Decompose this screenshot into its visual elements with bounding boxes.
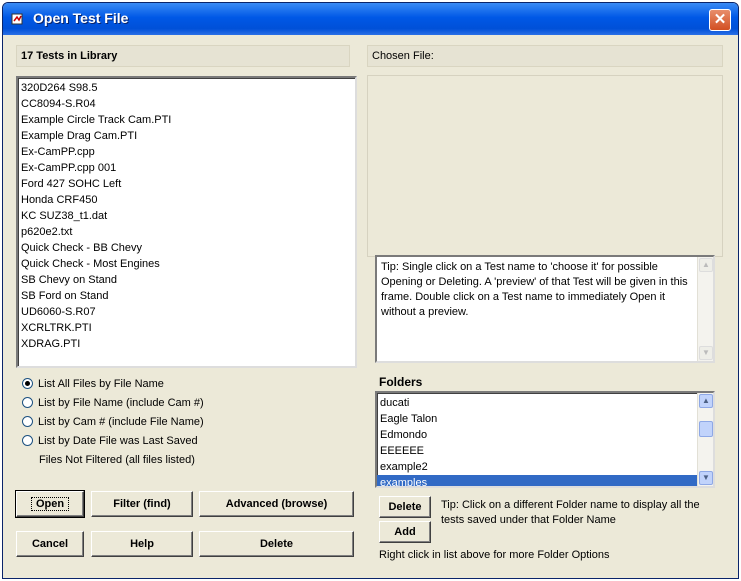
file-list-item[interactable]: SB Ford on Stand [18,288,355,304]
scroll-up-icon[interactable]: ▲ [699,394,713,408]
sort-option-radio[interactable]: List by Cam # (include File Name) [22,416,204,432]
scroll-thumb[interactable] [699,421,713,437]
add-folder-button[interactable]: Add [379,521,431,543]
radio-button-icon[interactable] [22,397,33,408]
file-list-item[interactable]: Ex-CamPP.cpp [18,144,355,160]
filter-status-text: Files Not Filtered (all files listed) [39,454,195,466]
cancel-button[interactable]: Cancel [16,531,84,557]
folder-list-item[interactable]: EEEEEE [377,443,697,459]
file-list-item[interactable]: 320D264 S98.5 [18,80,355,96]
file-list-item[interactable]: Quick Check - BB Chevy [18,240,355,256]
file-list-item[interactable]: KC SUZ38_t1.dat [18,208,355,224]
open-button[interactable]: Open [15,490,85,518]
open-test-file-dialog: Open Test File ✕ 17 Tests in Library 320… [2,2,739,579]
file-list-item[interactable]: XCRLTRK.PTI [18,320,355,336]
file-list-item[interactable]: p620e2.txt [18,224,355,240]
sort-option-label: List All Files by File Name [38,378,164,390]
folder-list-item[interactable]: Edmondo [377,427,697,443]
scroll-down-icon[interactable]: ▼ [699,471,713,485]
file-list-item[interactable]: Ford 427 SOHC Left [18,176,355,192]
folder-tip-text: Tip: Click on a different Folder name to… [441,499,700,526]
advanced-browse-button[interactable]: Advanced (browse) [199,491,354,517]
file-list-item[interactable]: Ex-CamPP.cpp 001 [18,160,355,176]
close-button[interactable]: ✕ [709,9,731,31]
sort-option-label: List by Date File was Last Saved [38,435,198,447]
file-list-item[interactable]: Quick Check - Most Engines [18,256,355,272]
sort-option-radio[interactable]: List by File Name (include Cam #) [22,397,204,413]
file-list-item[interactable]: UD6060-S.R07 [18,304,355,320]
folders-title: Folders [379,375,423,389]
radio-button-icon[interactable] [22,378,33,389]
file-list-item[interactable]: Example Drag Cam.PTI [18,128,355,144]
preview-frame [367,75,723,257]
delete-test-button[interactable]: Delete [199,531,354,557]
folder-list-item[interactable]: examples [377,475,697,486]
file-list-item[interactable]: CC8094-S.R04 [18,96,355,112]
scroll-up-icon[interactable]: ▲ [699,258,713,272]
folder-options-hint: Right click in list above for more Folde… [379,549,610,561]
file-list-item[interactable]: SB Chevy on Stand [18,272,355,288]
title-bar: Open Test File ✕ [3,3,738,35]
radio-button-icon[interactable] [22,416,33,427]
close-icon: ✕ [713,11,727,28]
filter-button[interactable]: Filter (find) [91,491,193,517]
app-icon [11,13,23,25]
sort-option-label: List by Cam # (include File Name) [38,416,204,428]
chosen-file-label: Chosen File: [367,45,723,67]
tip-scrollbar[interactable]: ▲ ▼ [697,257,713,361]
library-count-label: 17 Tests in Library [16,45,350,67]
folder-list-item[interactable]: Eagle Talon [377,411,697,427]
delete-folder-button[interactable]: Delete [379,496,431,518]
folder-list-item[interactable]: ducati [377,395,697,411]
file-list-item[interactable]: XDRAG.PTI [18,336,355,352]
help-button[interactable]: Help [91,531,193,557]
test-file-list[interactable]: 320D264 S98.5 CC8094-S.R04 Example Circle … [16,76,357,368]
folder-list[interactable]: ducati Eagle Talon Edmondo EEEEEE example2 ex… [375,391,715,488]
tip-text: Tip: Single click on a Test name to 'cho… [381,261,688,318]
sort-option-radio[interactable]: List All Files by File Name [22,378,164,394]
tip-text-box: Tip: Single click on a Test name to 'cho… [375,255,715,363]
folder-scrollbar[interactable]: ▲ ▼ [697,393,713,486]
radio-button-icon[interactable] [22,435,33,446]
window-title: Open Test File [33,10,129,26]
sort-option-radio[interactable]: List by Date File was Last Saved [22,435,198,451]
file-list-item[interactable]: Example Circle Track Cam.PTI [18,112,355,128]
scroll-down-icon[interactable]: ▼ [699,346,713,360]
sort-option-label: List by File Name (include Cam #) [38,397,204,409]
folder-list-item[interactable]: example2 [377,459,697,475]
file-list-item[interactable]: Honda CRF450 [18,192,355,208]
